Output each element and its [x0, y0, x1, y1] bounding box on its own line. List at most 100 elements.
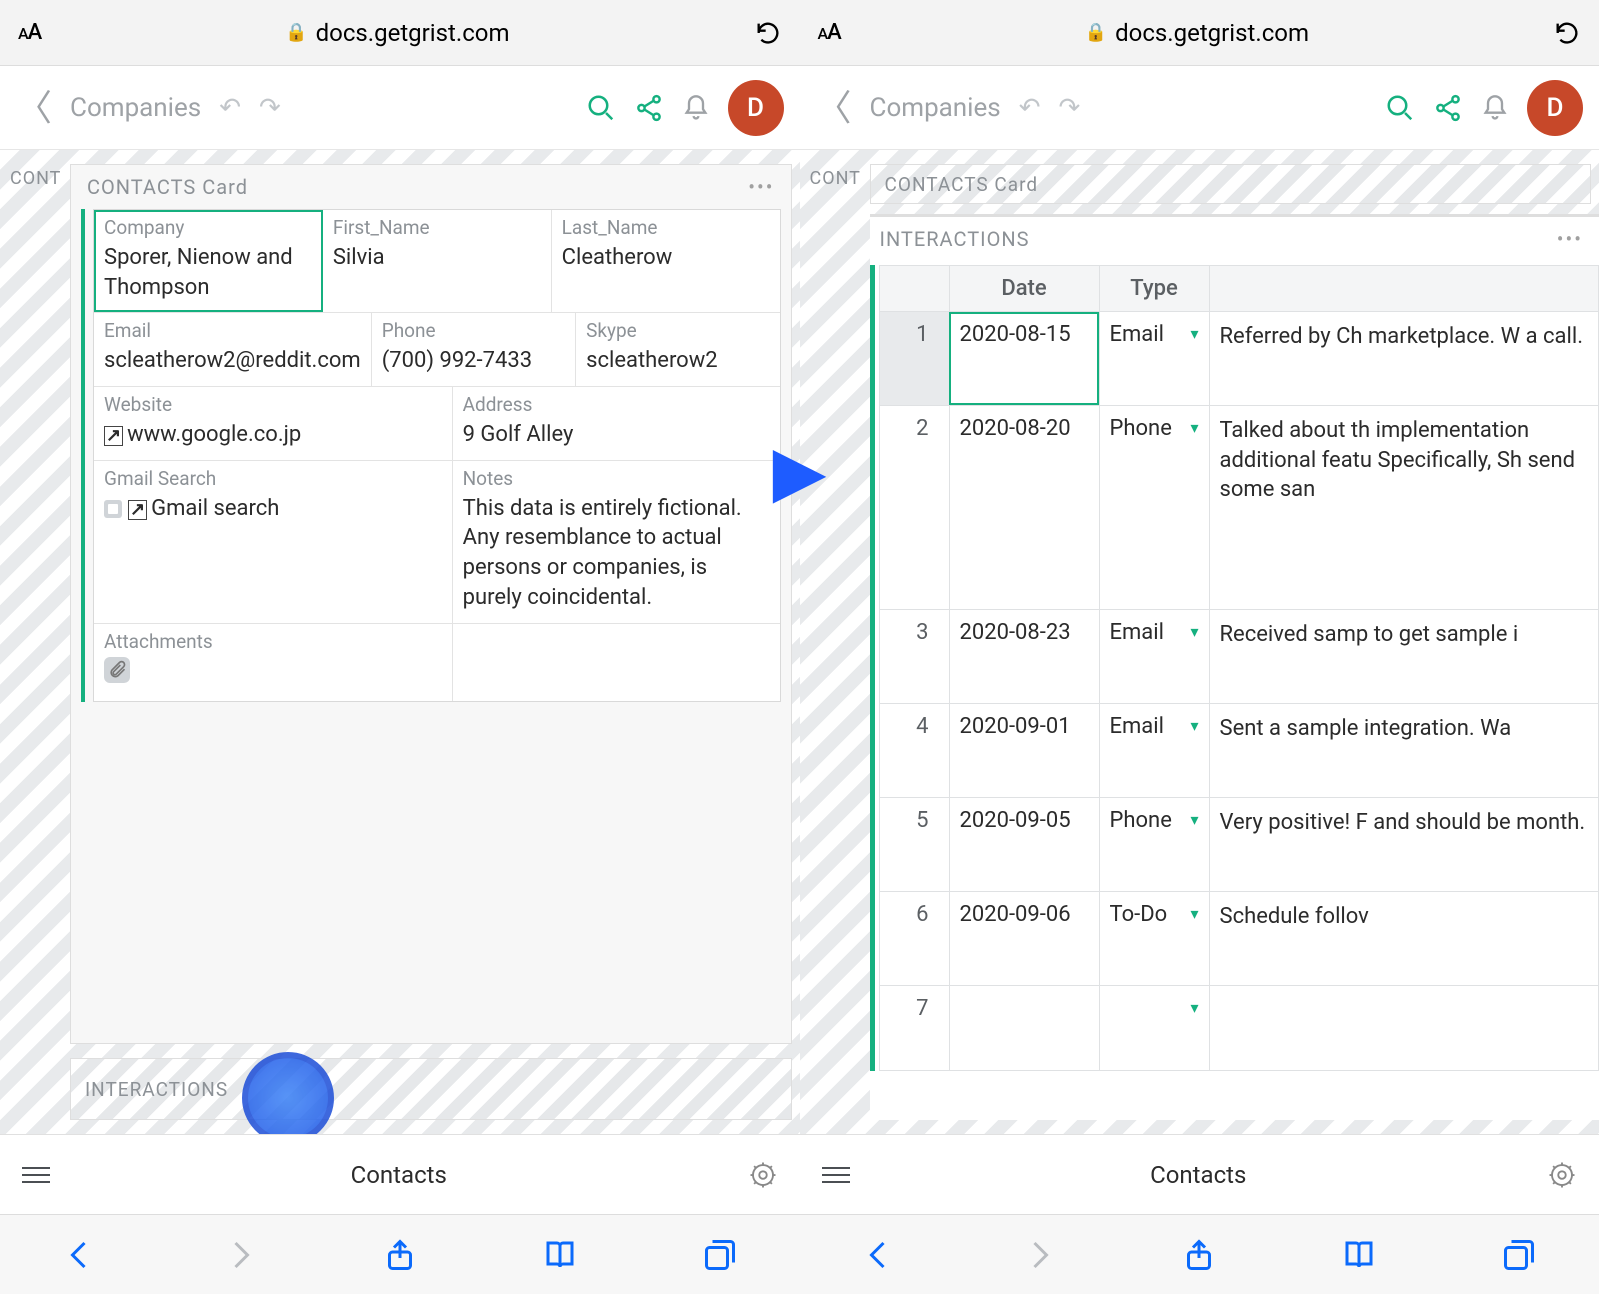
row-number[interactable]: 1: [879, 312, 949, 406]
reader-aa-icon[interactable]: AA: [818, 20, 841, 45]
row-number[interactable]: 5: [879, 797, 949, 891]
cell-date[interactable]: 2020-09-05: [949, 797, 1099, 891]
cell-date[interactable]: [949, 985, 1099, 1070]
interactions-collapsed-strip[interactable]: INTERACTIONS: [70, 1058, 792, 1120]
chevron-down-icon[interactable]: ▾: [1190, 418, 1198, 437]
cell-type[interactable]: Phone▾: [1099, 797, 1209, 891]
gear-icon[interactable]: [1547, 1160, 1577, 1190]
safari-tabs-icon[interactable]: [1501, 1237, 1537, 1273]
reload-icon[interactable]: [1553, 19, 1581, 47]
undo-icon[interactable]: ↶: [219, 93, 241, 123]
cell-date[interactable]: 2020-08-20: [949, 405, 1099, 609]
breadcrumb[interactable]: Companies: [870, 93, 1001, 123]
gear-icon[interactable]: [748, 1160, 778, 1190]
safari-share-icon[interactable]: [382, 1237, 418, 1273]
cell-notes[interactable]: Talked about th implementation additiona…: [1209, 405, 1599, 609]
field-address[interactable]: Address 9 Golf Alley: [453, 387, 780, 460]
cell-notes[interactable]: Very positive! F and should be month.: [1209, 797, 1599, 891]
cell-notes[interactable]: Sent a sample integration. Wa: [1209, 703, 1599, 797]
table-row[interactable]: 7▾: [879, 985, 1599, 1070]
row-number[interactable]: 6: [879, 891, 949, 985]
card-menu-icon[interactable]: •••: [748, 175, 774, 199]
table-row[interactable]: 12020-08-15Email▾Referred by Ch marketpl…: [879, 312, 1599, 406]
left-collapsed-tab[interactable]: CONT: [810, 168, 861, 189]
cell-date[interactable]: 2020-08-23: [949, 609, 1099, 703]
url-display[interactable]: 🔒 docs.getgrist.com: [53, 19, 741, 47]
hamburger-icon[interactable]: [22, 1167, 50, 1183]
field-gmail-search[interactable]: Gmail Search Gmail search: [94, 461, 453, 623]
cell-type[interactable]: Email▾: [1099, 609, 1209, 703]
safari-back-icon[interactable]: [861, 1237, 897, 1273]
field-company[interactable]: Company Sporer, Nienow and Thompson: [94, 210, 323, 312]
chevron-down-icon[interactable]: ▾: [1190, 904, 1198, 923]
row-number[interactable]: 2: [879, 405, 949, 609]
back-icon[interactable]: 〈: [16, 90, 52, 126]
table-row[interactable]: 42020-09-01Email▾Sent a sample integrati…: [879, 703, 1599, 797]
chevron-down-icon[interactable]: ▾: [1190, 810, 1198, 829]
safari-bookmarks-icon[interactable]: [1341, 1237, 1377, 1273]
bell-icon[interactable]: [682, 94, 710, 122]
field-last-name[interactable]: Last_Name Cleatherow: [552, 210, 780, 312]
redo-icon[interactable]: ↷: [1059, 93, 1081, 123]
cell-notes[interactable]: Schedule follov: [1209, 891, 1599, 985]
table-menu-icon[interactable]: •••: [1557, 227, 1583, 251]
col-type[interactable]: Type: [1099, 266, 1209, 312]
cell-notes[interactable]: [1209, 985, 1599, 1070]
cell-notes[interactable]: Referred by Ch marketplace. W a call.: [1209, 312, 1599, 406]
undo-icon[interactable]: ↶: [1019, 93, 1041, 123]
cell-type[interactable]: Email▾: [1099, 312, 1209, 406]
cell-notes[interactable]: Received samp to get sample i: [1209, 609, 1599, 703]
search-icon[interactable]: [1385, 93, 1415, 123]
left-collapsed-tab[interactable]: CONT: [10, 168, 61, 189]
back-icon[interactable]: 〈: [816, 90, 852, 126]
table-row[interactable]: 32020-08-23Email▾Received samp to get sa…: [879, 609, 1599, 703]
hamburger-icon[interactable]: [822, 1167, 850, 1183]
table-row[interactable]: 52020-09-05Phone▾Very positive! F and sh…: [879, 797, 1599, 891]
safari-forward-icon[interactable]: [222, 1237, 258, 1273]
field-phone[interactable]: Phone (700) 992-7433: [372, 313, 576, 386]
row-number[interactable]: 3: [879, 609, 949, 703]
safari-tabs-icon[interactable]: [702, 1237, 738, 1273]
reload-icon[interactable]: [754, 19, 782, 47]
field-website[interactable]: Website www.google.co.jp: [94, 387, 453, 460]
field-attachments[interactable]: Attachments: [94, 624, 453, 702]
col-rownum[interactable]: [879, 266, 949, 312]
row-number[interactable]: 7: [879, 985, 949, 1070]
field-first-name[interactable]: First_Name Silvia: [323, 210, 552, 312]
col-notes[interactable]: [1209, 266, 1599, 312]
avatar[interactable]: D: [728, 80, 784, 136]
external-link-icon[interactable]: [104, 422, 127, 447]
cell-type[interactable]: Email▾: [1099, 703, 1209, 797]
col-date[interactable]: Date: [949, 266, 1099, 312]
search-icon[interactable]: [586, 93, 616, 123]
bell-icon[interactable]: [1481, 94, 1509, 122]
cell-date[interactable]: 2020-09-06: [949, 891, 1099, 985]
safari-forward-icon[interactable]: [1021, 1237, 1057, 1273]
safari-share-icon[interactable]: [1181, 1237, 1217, 1273]
breadcrumb[interactable]: Companies: [70, 93, 201, 123]
field-email[interactable]: Email scleatherow2@reddit.com: [94, 313, 372, 386]
table-row[interactable]: 22020-08-20Phone▾Talked about th impleme…: [879, 405, 1599, 609]
chevron-down-icon[interactable]: ▾: [1190, 622, 1198, 641]
share-icon[interactable]: [634, 93, 664, 123]
redo-icon[interactable]: ↷: [259, 93, 281, 123]
chevron-down-icon[interactable]: ▾: [1190, 324, 1198, 343]
contacts-card-collapsed-strip[interactable]: CONTACTS Card: [870, 164, 1592, 204]
avatar[interactable]: D: [1527, 80, 1583, 136]
chevron-down-icon[interactable]: ▾: [1190, 998, 1198, 1017]
cell-date[interactable]: 2020-09-01: [949, 703, 1099, 797]
url-display[interactable]: 🔒 docs.getgrist.com: [853, 19, 1541, 47]
field-skype[interactable]: Skype scleatherow2: [576, 313, 779, 386]
reader-aa-icon[interactable]: AA: [18, 20, 41, 45]
share-icon[interactable]: [1433, 93, 1463, 123]
external-link-icon[interactable]: [128, 496, 151, 521]
cell-type[interactable]: Phone▾: [1099, 405, 1209, 609]
cell-type[interactable]: ▾: [1099, 985, 1209, 1070]
chevron-down-icon[interactable]: ▾: [1190, 716, 1198, 735]
field-notes[interactable]: Notes This data is entirely fictional. A…: [453, 461, 780, 623]
table-row[interactable]: 62020-09-06To-Do▾Schedule follov: [879, 891, 1599, 985]
cell-type[interactable]: To-Do▾: [1099, 891, 1209, 985]
row-number[interactable]: 4: [879, 703, 949, 797]
safari-back-icon[interactable]: [62, 1237, 98, 1273]
cell-date[interactable]: 2020-08-15: [949, 312, 1099, 406]
